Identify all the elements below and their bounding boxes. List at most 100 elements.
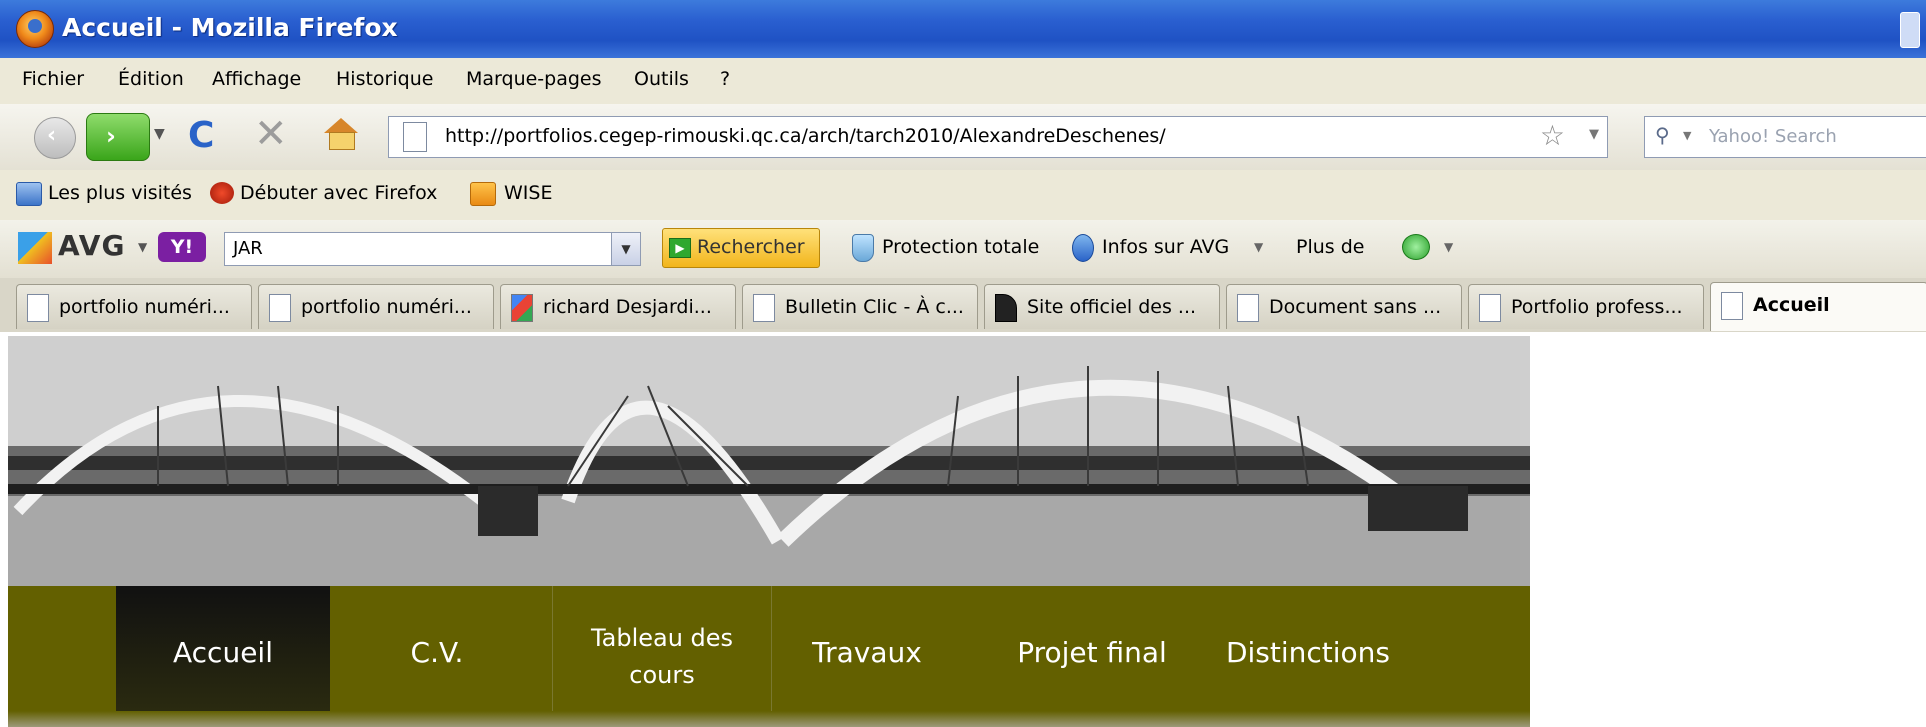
tab[interactable]: portfolio numéri... [258,284,494,329]
tab-title: Accueil [1753,294,1830,316]
google-icon [511,294,533,322]
menu-affichage[interactable]: Affichage [212,68,301,90]
menu-outils[interactable]: Outils [634,68,689,90]
bookmark-getting-started[interactable]: Débuter avec Firefox [240,182,437,204]
bookmark-star-icon[interactable]: ☆ [1540,119,1565,152]
tab-title: richard Desjardi... [543,296,712,318]
page-icon [1237,294,1259,322]
url-dropdown-icon[interactable]: ▼ [1589,127,1599,142]
bridge-illustration [8,336,1530,586]
page-icon [1479,294,1501,322]
bookmark-most-visited[interactable]: Les plus visités [48,182,192,204]
nav-tableau-label-line2: cours [629,661,695,689]
nav-projet-final[interactable]: Projet final [992,586,1192,711]
nav-tableau-des-cours[interactable]: Tableau des cours [553,586,771,711]
tab-title: Portfolio profess... [1511,296,1683,318]
nav-accueil[interactable]: Accueil [116,586,330,711]
rechercher-label: Rechercher [697,236,805,258]
nav-travaux[interactable]: Travaux [772,586,962,711]
search-icon: ⚲ [1655,123,1670,147]
site-logo-icon [995,294,1017,322]
shield-icon [852,234,874,262]
avg-brand[interactable]: AVG [58,229,125,262]
most-visited-icon [16,182,42,206]
tab-title: Document sans ... [1269,296,1442,318]
nav-distinctions[interactable]: Distinctions [1198,586,1418,711]
page-icon [269,294,291,322]
bookmark-wise[interactable]: WISE [504,182,552,204]
tab[interactable]: Bulletin Clic - À c... [742,284,978,329]
header-bridge-image [8,336,1530,586]
nav-shadow [8,711,1530,727]
bookmarks-toolbar: Les plus visités Débuter avec Firefox WI… [0,170,1926,221]
avg-search-value[interactable]: JAR [233,238,263,259]
avg-logo-icon [18,232,52,264]
tab-active[interactable]: Accueil [1710,282,1926,331]
tab-bar: portfolio numéri... portfolio numéri... … [0,278,1926,333]
window-title: Accueil - Mozilla Firefox [62,13,398,42]
stop-icon[interactable]: ✕ [254,114,288,154]
window-control-button[interactable] [1900,12,1920,48]
search-placeholder[interactable]: Yahoo! Search [1709,126,1837,147]
page-icon [1721,292,1743,320]
tab[interactable]: Site officiel des ... [984,284,1220,329]
url-text[interactable]: http://portfolios.cegep-rimouski.qc.ca/a… [445,125,1166,147]
nav-distinctions-label: Distinctions [1225,636,1391,669]
menu-help[interactable]: ? [720,68,730,90]
menu-historique[interactable]: Historique [336,68,433,90]
menu-fichier[interactable]: Fichier [22,68,84,90]
plus-dropdown-icon[interactable]: ▼ [1444,240,1453,254]
avg-dropdown-icon[interactable]: ▼ [138,240,147,254]
rss-icon [470,182,496,206]
tab-title: Bulletin Clic - À c... [785,296,964,318]
tab-title: Site officiel des ... [1027,296,1197,318]
menu-marque-pages[interactable]: Marque-pages [466,68,602,90]
forward-button[interactable]: › [86,113,150,161]
tab[interactable]: portfolio numéri... [16,284,252,329]
plus-de-button[interactable]: Plus de [1296,236,1364,258]
navigation-toolbar: ‹ › ▼ C ✕ http://portfolios.cegep-rimous… [0,104,1926,171]
nav-cv[interactable]: C.V. [330,586,544,711]
yahoo-icon[interactable]: Y! [158,232,206,262]
menu-bar: Fichier Édition Affichage Historique Mar… [0,58,1926,105]
avg-search-dropdown-icon[interactable]: ▼ [611,232,641,266]
nav-accueil-label: Accueil [173,636,273,669]
history-dropdown-icon[interactable]: ▼ [154,126,165,142]
window-title-bar: Accueil - Mozilla Firefox [0,0,1926,58]
menu-edition[interactable]: Édition [118,68,184,90]
tab[interactable]: Portfolio profess... [1468,284,1704,329]
firefox-bookmark-icon [210,182,234,204]
forward-arrow-icon: › [106,122,116,150]
refresh-icon[interactable] [1402,234,1430,260]
nav-tableau-label: Tableau des cours [553,620,771,694]
url-bar[interactable]: http://portfolios.cegep-rimouski.qc.ca/a… [388,116,1608,158]
reload-icon[interactable]: C [188,118,214,154]
nav-cv-label: C.V. [410,636,464,669]
info-icon [1072,234,1094,262]
back-arrow-icon: ‹ [47,123,57,148]
nav-tableau-label-line1: Tableau des [590,624,734,652]
avg-search-input[interactable]: JAR ▼ [224,232,641,266]
tab-title: portfolio numéri... [301,296,472,318]
tab-title: portfolio numéri... [59,296,230,318]
back-button[interactable]: ‹ [34,117,76,159]
search-engine-dropdown-icon[interactable]: ▼ [1683,129,1691,142]
page-icon [403,122,427,152]
infos-avg-button[interactable]: Infos sur AVG [1102,236,1229,258]
home-icon[interactable] [324,118,358,150]
site-navigation: Accueil C.V. Tableau des cours Travaux Pr… [8,586,1530,727]
protection-totale-button[interactable]: Protection totale [882,236,1039,258]
tab[interactable]: richard Desjardi... [500,284,736,329]
firefox-logo-icon [16,10,54,48]
search-box[interactable]: ⚲ ▼ Yahoo! Search [1644,116,1926,158]
page-icon [753,294,775,322]
page-icon [27,294,49,322]
rechercher-button[interactable]: ▶ Rechercher [662,228,820,268]
page-content: Accueil C.V. Tableau des cours Travaux Pr… [0,332,1926,727]
nav-travaux-label: Travaux [812,636,922,669]
tab[interactable]: Document sans ... [1226,284,1462,329]
search-go-icon: ▶ [669,238,691,258]
avg-toolbar: AVG ▼ Y! JAR ▼ ▶ Rechercher Protection t… [0,220,1926,279]
nav-projet-final-label: Projet final [1017,636,1167,669]
infos-dropdown-icon[interactable]: ▼ [1254,240,1263,254]
